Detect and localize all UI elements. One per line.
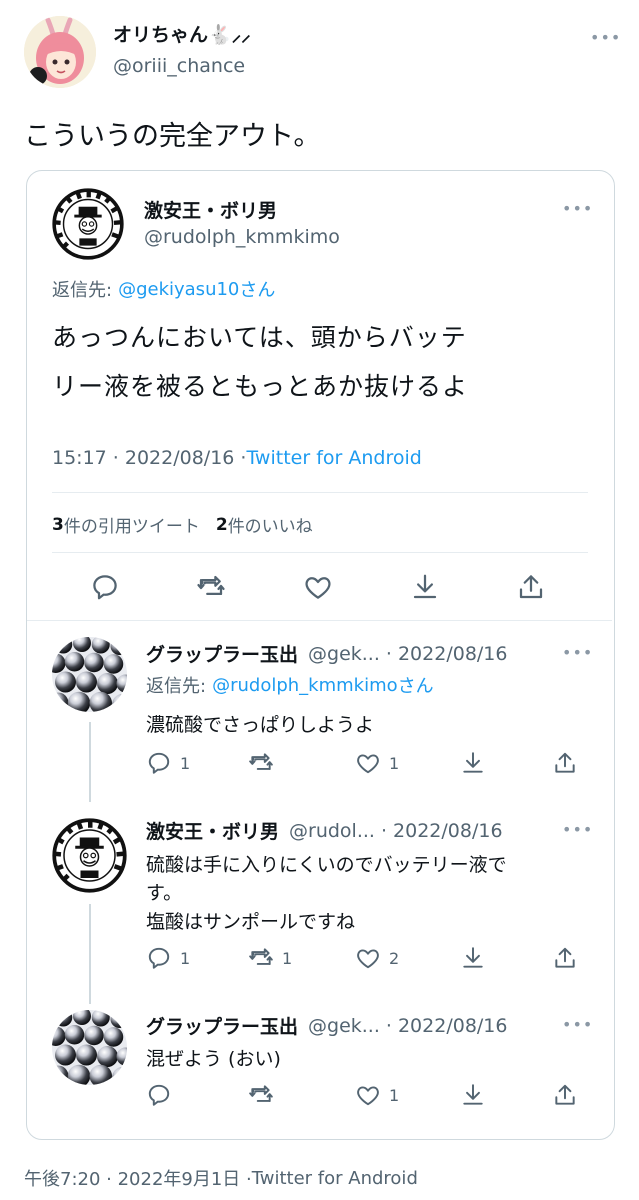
anime-avatar-illustration	[24, 16, 96, 88]
like-icon	[303, 572, 333, 602]
like-count: 1	[389, 753, 400, 773]
reply-date[interactable]: · 2022/08/16	[386, 643, 508, 665]
author-handle[interactable]: @oriii_chance	[113, 55, 245, 77]
reply-icon	[146, 750, 172, 776]
share-icon	[552, 750, 578, 776]
reply-avatar[interactable]	[52, 637, 127, 712]
download-button[interactable]	[410, 572, 440, 602]
share-icon	[516, 572, 546, 602]
share-icon	[552, 1082, 578, 1108]
more-icon[interactable]: •••	[562, 820, 593, 839]
reply-to-prefix: 返信先:	[146, 676, 207, 697]
reply-avatar[interactable]	[52, 818, 127, 893]
reply-button[interactable]	[146, 1082, 180, 1108]
quoted-author-name[interactable]: 激安王・ボリ男	[144, 196, 277, 223]
likes-label[interactable]: 件のいいね	[228, 512, 313, 537]
quotes-label[interactable]: 件の引用ツイート	[64, 512, 200, 537]
thread-line	[89, 722, 91, 802]
like-button[interactable]: 1	[355, 750, 399, 776]
retweet-button[interactable]	[248, 750, 282, 776]
reply-to-prefix: 返信先:	[52, 280, 113, 301]
retweet-icon	[248, 750, 274, 776]
reply-author-name[interactable]: グラップラー玉出	[146, 640, 298, 667]
like-count: 2	[389, 948, 400, 968]
reply-to-link[interactable]: @gekiyasu10	[118, 279, 239, 300]
reply-icon	[146, 945, 172, 971]
tweet-text: こういうの完全アウト。	[24, 121, 321, 152]
like-icon	[355, 1082, 381, 1108]
share-button[interactable]	[552, 1082, 578, 1108]
reply-author-name[interactable]: グラップラー玉出	[146, 1012, 298, 1039]
retweet-button[interactable]: 1	[248, 945, 292, 971]
reply-text-line1: 硫酸は手に入りにくいのでバッテリー液で	[146, 854, 507, 876]
share-button[interactable]	[516, 572, 546, 602]
more-icon[interactable]: •••	[590, 28, 621, 47]
stakeholder-logo-icon	[52, 188, 124, 260]
reply-icon	[146, 1082, 172, 1108]
quoted-timestamp[interactable]: 15:17 · 2022/08/16 ·	[52, 447, 246, 469]
chrome-spheres-avatar	[52, 637, 127, 712]
download-button[interactable]	[460, 1082, 486, 1108]
reply-author-handle[interactable]: @rudol...	[289, 820, 375, 842]
thread-line	[89, 904, 91, 1004]
download-button[interactable]	[460, 750, 486, 776]
reply-author-name[interactable]: 激安王・ボリ男	[146, 817, 279, 844]
retweet-icon	[248, 945, 274, 971]
retweet-count: 1	[282, 948, 293, 968]
quotes-count[interactable]: 3	[52, 515, 64, 535]
tweet-source[interactable]: Twitter for Android	[252, 1168, 418, 1189]
reply-author-handle[interactable]: @gek...	[308, 643, 380, 665]
reply-to-link[interactable]: @rudolph_kmmkimo	[212, 675, 398, 696]
chrome-spheres-avatar	[52, 1010, 127, 1085]
share-button[interactable]	[552, 945, 578, 971]
quoted-author-avatar[interactable]	[52, 188, 124, 260]
download-icon	[460, 945, 486, 971]
like-button[interactable]: 2	[355, 945, 399, 971]
like-icon	[355, 750, 381, 776]
like-icon	[355, 945, 381, 971]
likes-count[interactable]: 2	[216, 515, 228, 535]
download-button[interactable]	[460, 945, 486, 971]
more-icon[interactable]: •••	[562, 1015, 593, 1034]
retweet-icon	[248, 1082, 274, 1108]
reply-count: 1	[180, 948, 191, 968]
reply-date[interactable]: · 2022/08/16	[381, 820, 503, 842]
share-icon	[552, 945, 578, 971]
quoted-author-handle[interactable]: @rudolph_kmmkimo	[144, 226, 340, 248]
author-name[interactable]: オリちゃん🐇⸝⸝	[113, 20, 251, 47]
quoted-source[interactable]: Twitter for Android	[246, 447, 421, 469]
quoted-text-line1: あっつんにおいては、頭からバッテ	[52, 323, 467, 352]
reply-text-line2: す。	[146, 882, 183, 904]
more-icon[interactable]: •••	[562, 199, 593, 218]
reply-button[interactable]	[90, 572, 120, 602]
retweet-button[interactable]	[248, 1082, 282, 1108]
like-button[interactable]	[303, 572, 333, 602]
like-button[interactable]: 1	[355, 1082, 399, 1108]
download-icon	[410, 572, 440, 602]
reply-date[interactable]: · 2022/08/16	[386, 1015, 508, 1037]
download-icon	[460, 1082, 486, 1108]
reply-icon	[90, 572, 120, 602]
retweet-icon	[196, 572, 226, 602]
retweet-button[interactable]	[196, 572, 226, 602]
reply-count: 1	[180, 753, 191, 773]
reply-button[interactable]: 1	[146, 750, 190, 776]
reply-author-handle[interactable]: @gek...	[308, 1015, 380, 1037]
quoted-text-line2: リー液を被るともっとあか抜けるよ	[52, 372, 469, 401]
like-count: 1	[389, 1085, 400, 1105]
reply-button[interactable]: 1	[146, 945, 190, 971]
stakeholder-logo-icon	[52, 818, 127, 893]
reply-text-line3: 塩酸はサンポールですね	[146, 911, 356, 933]
reply-to-suffix: さん	[239, 280, 276, 301]
reply-text: 濃硫酸でさっぱりしようよ	[146, 714, 375, 736]
reply-to-suffix: さん	[397, 676, 434, 697]
more-icon[interactable]: •••	[562, 643, 593, 662]
tweet-timestamp[interactable]: 午後7:20 · 2022年9月1日 ·	[24, 1165, 252, 1191]
download-icon	[460, 750, 486, 776]
reply-avatar[interactable]	[52, 1010, 127, 1085]
author-avatar[interactable]	[24, 16, 96, 88]
share-button[interactable]	[552, 750, 578, 776]
reply-text: 混ぜよう (おい)	[146, 1048, 281, 1070]
